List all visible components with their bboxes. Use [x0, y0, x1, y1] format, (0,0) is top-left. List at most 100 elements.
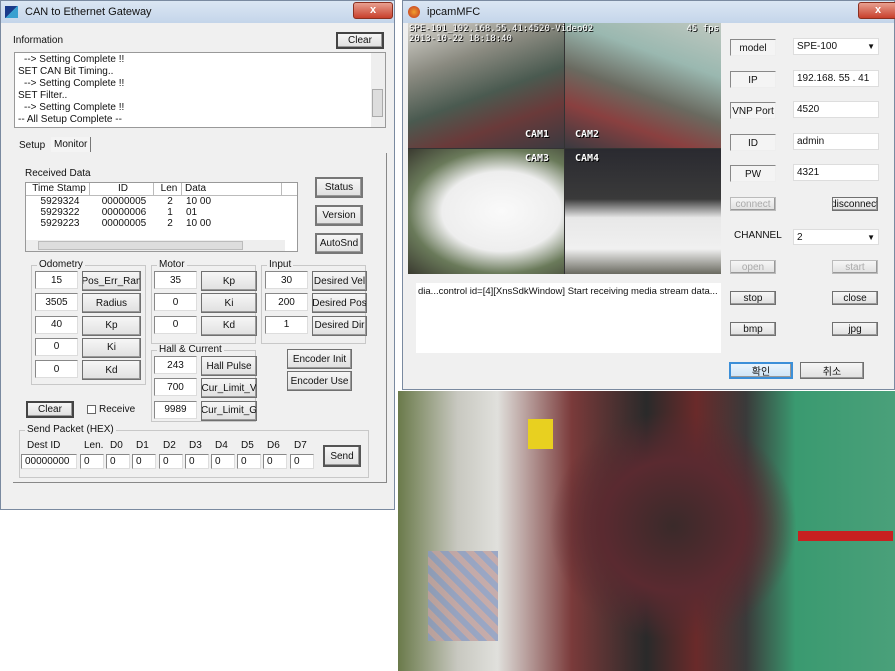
id-field[interactable]: admin: [793, 132, 879, 150]
encoder-init-button[interactable]: Encoder Init: [287, 349, 352, 369]
odometry-value-field[interactable]: 40: [35, 315, 78, 334]
odometry-value-field[interactable]: 0: [35, 337, 78, 356]
hall-current-cur-limit-v-button[interactable]: Cur_Limit_V: [201, 378, 257, 399]
cam3-view: [408, 149, 564, 274]
odometry-value-field[interactable]: 15: [35, 271, 78, 289]
odometry-pos-err-ran-button[interactable]: Pos_Err_Ran: [82, 271, 141, 291]
hall-current-cur-limit-g-button[interactable]: Cur_Limit_G: [201, 400, 257, 421]
jpg-button[interactable]: jpg: [832, 322, 878, 336]
send-field-d4[interactable]: 0: [211, 454, 235, 469]
log-scrollbar[interactable]: [371, 53, 385, 127]
send-field-d6[interactable]: 0: [263, 454, 287, 469]
motor-value-field[interactable]: 0: [154, 293, 197, 312]
motor-value-field[interactable]: 35: [154, 271, 197, 289]
column-header[interactable]: Len: [154, 183, 182, 195]
cam-label: CAM2: [575, 129, 600, 140]
close-button[interactable]: x: [353, 2, 393, 19]
vnp-port-field[interactable]: 4520: [793, 101, 879, 118]
version-button[interactable]: Version: [315, 205, 363, 226]
table-row[interactable]: 5929223 00000005 2 10 00: [26, 218, 297, 229]
cancel-button[interactable]: 취소: [800, 362, 864, 379]
motor-ki-button[interactable]: Ki: [201, 293, 257, 314]
motor-value-field[interactable]: 0: [154, 315, 197, 334]
column-header[interactable]: Data: [182, 183, 282, 195]
hall-current-value-field[interactable]: 700: [154, 378, 197, 397]
information-log[interactable]: --> Setting Complete !! SET CAN Bit Timin…: [14, 52, 386, 128]
clear-received-button[interactable]: Clear: [26, 401, 74, 418]
received-data-label: Received Data: [25, 168, 91, 179]
channel-select[interactable]: 2 ▼: [793, 229, 879, 245]
stop-button[interactable]: stop: [730, 291, 776, 305]
send-field-d0[interactable]: 0: [106, 454, 130, 469]
close-stream-button[interactable]: close: [832, 291, 878, 305]
table-row[interactable]: 5929322 00000006 1 01: [26, 207, 297, 218]
tab-setup[interactable]: Setup: [19, 140, 45, 151]
column-header[interactable]: Time Stamp: [26, 183, 90, 195]
model-select[interactable]: SPE-100 ▼: [793, 38, 879, 55]
send-button[interactable]: Send: [323, 445, 361, 467]
video-view[interactable]: CAM1 CAM2 CAM3 CAM4 SPE-101_192.168.55.4…: [408, 23, 721, 274]
connect-button[interactable]: connect: [730, 197, 776, 211]
received-data-table[interactable]: Time Stamp ID Len Data 5929324 00000005 2 10 0…: [25, 182, 298, 252]
send-header-d7: D7: [294, 440, 307, 451]
pw-field[interactable]: 4321: [793, 164, 879, 181]
odometry-kp-button[interactable]: Kp: [82, 315, 141, 336]
input-desired-dir-button[interactable]: Desired Dir: [312, 315, 367, 336]
send-field-len[interactable]: 0: [80, 454, 104, 469]
table-hscrollbar[interactable]: [26, 240, 285, 251]
odometry-radius-button[interactable]: Radius: [82, 293, 141, 314]
table-cell: 00000005: [101, 196, 147, 207]
motor-kp-button[interactable]: Kp: [201, 271, 257, 291]
send-field-d2[interactable]: 0: [159, 454, 183, 469]
send-field-d7[interactable]: 0: [290, 454, 314, 469]
encoder-use-button[interactable]: Encoder Use: [287, 371, 352, 391]
log-line: --> Setting Complete !!: [24, 78, 125, 89]
close-button[interactable]: x: [858, 2, 895, 19]
send-field-destid[interactable]: 00000000: [21, 454, 77, 469]
motor-kd-button[interactable]: Kd: [201, 315, 257, 336]
column-header[interactable]: ID: [90, 183, 154, 195]
send-field-d3[interactable]: 0: [185, 454, 209, 469]
hall-current-hall-pulse-button[interactable]: Hall Pulse: [201, 356, 257, 376]
stream-log-text: dia...control id=[4][XnsSdkWindow] Start…: [418, 286, 718, 297]
input-value-field[interactable]: 1: [265, 315, 308, 334]
send-field-d1[interactable]: 0: [132, 454, 156, 469]
receive-checkbox[interactable]: [87, 405, 96, 414]
vnp-port-label: VNP Port: [730, 102, 776, 119]
ip-field[interactable]: 192.168. 55 . 41: [793, 69, 879, 87]
log-line: --> Setting Complete !!: [24, 54, 125, 65]
clear-info-button[interactable]: Clear: [336, 32, 384, 49]
bmp-button[interactable]: bmp: [730, 322, 776, 336]
table-row[interactable]: 5929324 00000005 2 10 00: [26, 196, 297, 207]
log-line: SET CAN Bit Timing..: [18, 66, 114, 77]
hall-current-value-field[interactable]: 9989: [154, 400, 197, 419]
odometry-value-field[interactable]: 0: [35, 360, 78, 379]
tab-monitor[interactable]: Monitor: [51, 137, 92, 152]
input-value-field[interactable]: 200: [265, 293, 308, 312]
odometry-value-field[interactable]: 3505: [35, 293, 78, 312]
odometry-kd-button[interactable]: Kd: [82, 360, 141, 381]
log-line: SET Filter..: [18, 90, 68, 101]
disconnect-button[interactable]: disconnect: [832, 197, 878, 211]
open-button[interactable]: open: [730, 260, 776, 274]
stream-log[interactable]: dia...control id=[4][XnsSdkWindow] Start…: [416, 283, 721, 353]
window-title: ipcamMFC: [427, 6, 481, 18]
hall-current-value-field[interactable]: 243: [154, 356, 197, 374]
id-value: admin: [797, 135, 825, 147]
ip-label: IP: [730, 70, 776, 88]
input-value-field[interactable]: 30: [265, 271, 308, 289]
send-field-d5[interactable]: 0: [237, 454, 261, 469]
title-bar: CAN to Ethernet Gateway: [1, 1, 394, 23]
ok-button[interactable]: 확인: [729, 362, 793, 379]
input-desired-vel-button[interactable]: Desired Vel: [312, 271, 367, 291]
odometry-ki-button[interactable]: Ki: [82, 337, 141, 358]
table-cell: 10 00: [186, 218, 212, 229]
status-button[interactable]: Status: [315, 177, 363, 198]
autosnd-button[interactable]: AutoSnd: [315, 233, 363, 254]
send-header-d5: D5: [241, 440, 254, 451]
input-desired-pos-button[interactable]: Desired Pos: [312, 293, 367, 314]
receive-label: Receive: [99, 404, 136, 415]
start-button[interactable]: start: [832, 260, 878, 274]
table-cell: 5929223: [40, 218, 80, 229]
information-label: Information: [13, 35, 64, 46]
